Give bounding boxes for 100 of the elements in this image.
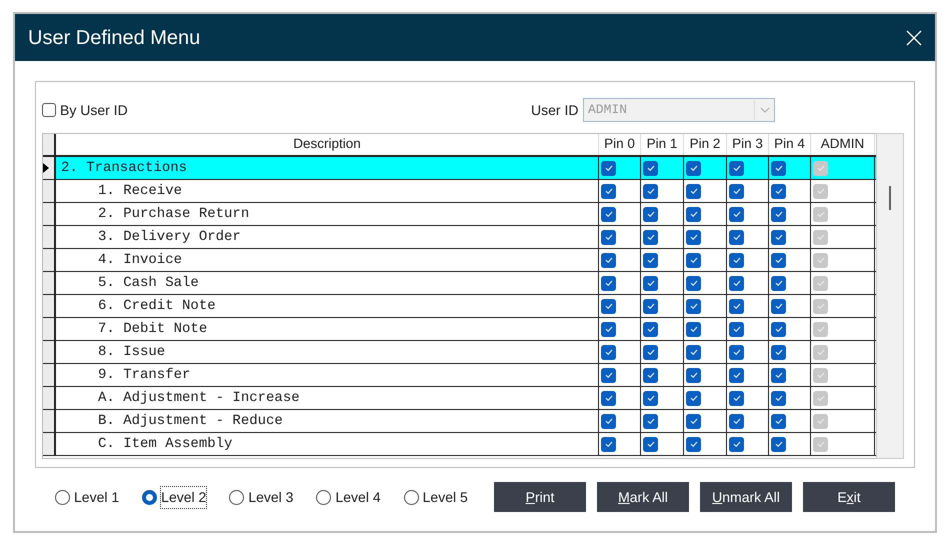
checkbox[interactable] — [601, 230, 616, 244]
checkbox[interactable] — [601, 298, 616, 314]
check-icon — [816, 255, 826, 265]
checkbox[interactable] — [771, 276, 786, 290]
checkbox[interactable] — [729, 436, 744, 452]
checkbox[interactable] — [686, 414, 701, 428]
by-user-id-checkbox[interactable] — [42, 103, 56, 117]
checkbox[interactable] — [643, 160, 658, 176]
check-icon — [604, 232, 614, 242]
checkbox[interactable] — [643, 184, 658, 198]
checkbox[interactable] — [771, 230, 786, 244]
check-icon — [732, 186, 742, 196]
checkbox[interactable] — [601, 344, 616, 360]
check-icon — [774, 301, 784, 311]
column-header: Pin 3 — [732, 135, 763, 154]
close-icon[interactable] — [906, 30, 922, 46]
check-icon — [774, 370, 784, 380]
check-icon — [604, 324, 614, 334]
radio-button[interactable] — [55, 490, 70, 504]
checkbox[interactable] — [686, 436, 701, 452]
action-button[interactable]: Unmark All — [700, 482, 792, 512]
window-title: User Defined Menu — [28, 26, 200, 50]
checkbox[interactable] — [643, 298, 658, 314]
radio-button[interactable] — [142, 490, 158, 504]
table-row[interactable]: 2. Transactions — [56, 157, 876, 179]
checkbox[interactable] — [771, 206, 786, 222]
checkbox[interactable] — [601, 206, 616, 222]
checkbox[interactable] — [729, 206, 744, 222]
check-icon — [604, 439, 614, 449]
checkbox[interactable] — [643, 322, 658, 336]
checkbox[interactable] — [771, 184, 786, 198]
checkbox[interactable] — [601, 322, 616, 336]
table-cell-text: 2. Transactions — [60, 158, 188, 178]
checkbox[interactable] — [686, 184, 701, 198]
checkbox[interactable] — [643, 230, 658, 244]
checkbox[interactable] — [601, 390, 616, 406]
checkbox[interactable] — [729, 252, 744, 268]
scrollbar[interactable] — [876, 133, 904, 459]
radio-button[interactable] — [404, 490, 419, 504]
checkbox[interactable] — [771, 298, 786, 314]
checkbox[interactable] — [771, 252, 786, 268]
checkbox[interactable] — [643, 368, 658, 382]
checkbox[interactable] — [601, 160, 616, 176]
checkbox[interactable] — [601, 368, 616, 382]
checkbox[interactable] — [686, 344, 701, 360]
checkbox[interactable] — [686, 390, 701, 406]
checkbox[interactable] — [643, 390, 658, 406]
checkbox[interactable] — [601, 276, 616, 290]
checkbox[interactable] — [771, 414, 786, 428]
checkbox[interactable] — [729, 322, 744, 336]
checkbox[interactable] — [643, 206, 658, 222]
checkbox[interactable] — [686, 160, 701, 176]
checkbox[interactable] — [686, 252, 701, 268]
check-icon — [688, 255, 698, 265]
check-icon — [816, 324, 826, 334]
check-icon — [688, 163, 698, 173]
check-icon — [816, 232, 826, 242]
checkbox[interactable] — [729, 368, 744, 382]
checkbox[interactable] — [601, 184, 616, 198]
checkbox[interactable] — [643, 436, 658, 452]
action-button[interactable]: Exit — [803, 482, 895, 512]
checkbox[interactable] — [729, 276, 744, 290]
check-icon — [774, 439, 784, 449]
checkbox[interactable] — [771, 322, 786, 336]
checkbox[interactable] — [729, 390, 744, 406]
radio-button[interactable] — [229, 490, 244, 504]
checkbox[interactable] — [771, 344, 786, 360]
check-icon — [604, 416, 614, 426]
check-icon — [646, 163, 656, 173]
checkbox[interactable] — [686, 322, 701, 336]
checkbox[interactable] — [686, 276, 701, 290]
action-button[interactable]: Mark All — [597, 482, 689, 512]
checkbox[interactable] — [643, 344, 658, 360]
action-button[interactable]: Print — [494, 482, 586, 512]
checkbox[interactable] — [601, 252, 616, 268]
checkbox[interactable] — [771, 390, 786, 406]
checkbox[interactable] — [686, 368, 701, 382]
checkbox[interactable] — [601, 414, 616, 428]
radio-button[interactable] — [316, 490, 332, 504]
checkbox[interactable] — [729, 230, 744, 244]
checkbox[interactable] — [729, 184, 744, 198]
checkbox[interactable] — [729, 344, 744, 360]
checkbox[interactable] — [686, 206, 701, 222]
check-icon — [774, 278, 784, 288]
checkbox[interactable] — [729, 414, 744, 428]
checkbox[interactable] — [686, 230, 701, 244]
checkbox[interactable] — [729, 160, 744, 176]
check-icon — [774, 232, 784, 242]
checkbox[interactable] — [771, 436, 786, 452]
table-cell-text: C. Item Assembly — [97, 434, 232, 454]
checkbox[interactable] — [601, 436, 616, 452]
checkbox[interactable] — [771, 160, 786, 176]
checkbox[interactable] — [643, 252, 658, 268]
checkbox[interactable] — [771, 368, 786, 382]
checkbox[interactable] — [643, 414, 658, 428]
checkbox[interactable] — [643, 276, 658, 290]
check-icon — [732, 301, 742, 311]
checkbox[interactable] — [686, 298, 701, 314]
column-header: Pin 0 — [604, 135, 635, 154]
checkbox[interactable] — [729, 298, 744, 314]
